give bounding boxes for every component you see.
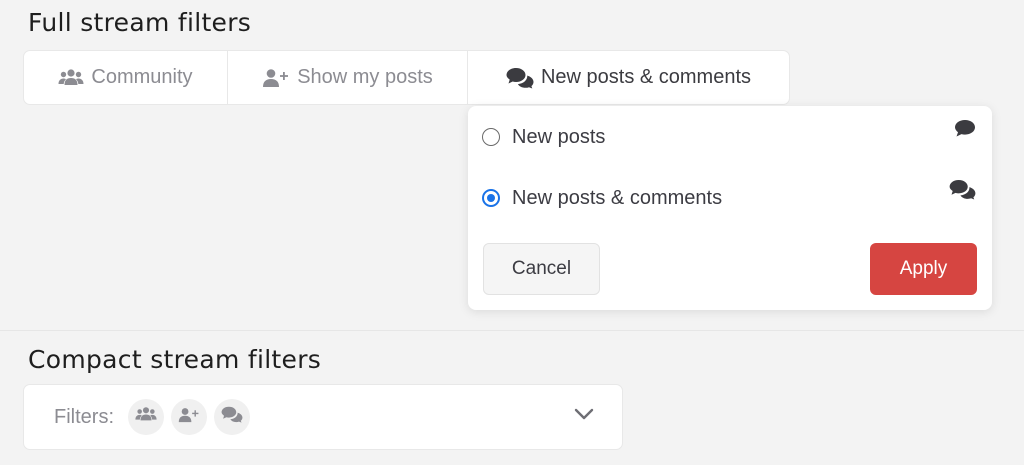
cancel-button[interactable]: Cancel [483, 243, 600, 295]
full-stream-filters-title: Full stream filters [28, 8, 252, 37]
stream-filter-bar: Community Show my posts New posts & comm… [23, 50, 790, 105]
users-icon [135, 406, 157, 428]
tab-show-my-posts-label: Show my posts [297, 66, 433, 88]
users-icon [58, 68, 84, 88]
tab-new-posts-comments-label: New posts & comments [540, 66, 752, 88]
comments-icon [949, 179, 976, 205]
option-new-posts-comments-label: New posts & comments [512, 186, 723, 209]
tab-show-my-posts[interactable]: Show my posts [228, 51, 468, 104]
option-new-posts-comments[interactable]: New posts & comments [482, 179, 978, 215]
comments-icon [221, 406, 243, 428]
comment-icon [954, 119, 976, 143]
chip-community[interactable] [128, 399, 164, 435]
section-divider [0, 330, 1024, 331]
comments-icon [506, 67, 534, 89]
chevron-down-icon[interactable] [574, 407, 594, 425]
apply-button[interactable]: Apply [870, 243, 977, 295]
option-new-posts-label: New posts [512, 125, 606, 148]
chip-show-my-posts[interactable] [171, 399, 207, 435]
tab-community-label: Community [91, 66, 193, 88]
chip-new-posts-comments[interactable] [214, 399, 250, 435]
tab-community[interactable]: Community [24, 51, 228, 104]
compact-stream-filters-title: Compact stream filters [28, 345, 322, 374]
radio-new-posts[interactable] [482, 128, 500, 146]
compact-filter-bar[interactable]: Filters: [23, 384, 623, 450]
new-posts-dropdown: New posts New posts & comments Cancel Ap… [468, 106, 992, 310]
tab-new-posts-comments[interactable]: New posts & comments [468, 51, 789, 104]
filters-label: Filters: [54, 405, 114, 428]
radio-new-posts-comments[interactable] [482, 189, 500, 207]
user-plus-icon [178, 407, 200, 428]
user-plus-icon [262, 68, 290, 88]
option-new-posts[interactable]: New posts [482, 120, 978, 154]
